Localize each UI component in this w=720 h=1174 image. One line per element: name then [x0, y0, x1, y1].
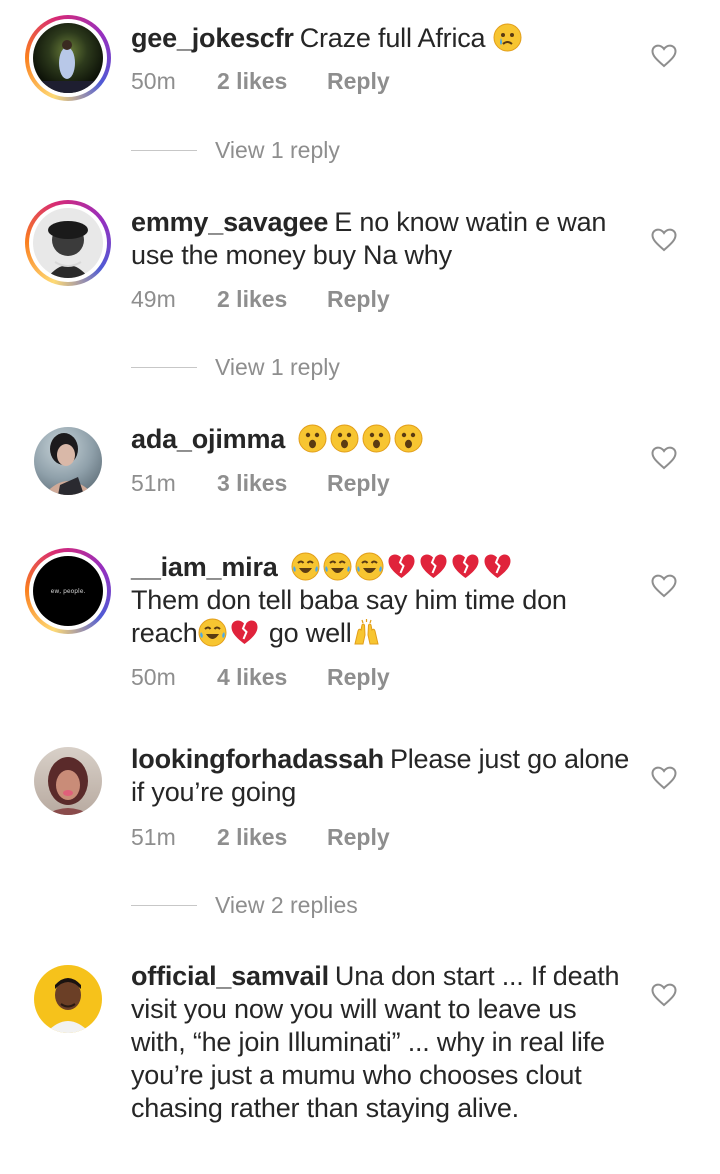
comment-body: Craze full Africa: [299, 23, 486, 53]
avatar: ew, people.: [33, 556, 103, 626]
comment-text: __iam_mira Them don tell baba say him ti…: [131, 551, 631, 650]
comment-text: lookingforhadassah Please just go alone i…: [131, 743, 631, 809]
avatar-story-ring[interactable]: ew, people.: [25, 548, 111, 634]
broken-heart-emoji-icon: [230, 618, 259, 647]
reply-button[interactable]: Reply: [327, 470, 390, 497]
username[interactable]: official_samvail: [131, 961, 329, 991]
view-replies-label: View 1 reply: [215, 137, 340, 163]
reply-button[interactable]: Reply: [327, 286, 390, 313]
broken-heart-emoji-icon: [451, 552, 480, 581]
timestamp: 50m: [131, 664, 176, 690]
heart-outline-icon[interactable]: [651, 44, 677, 68]
likes-count[interactable]: 4 likes: [217, 664, 327, 691]
astonished-face-emoji-icon: [298, 424, 327, 453]
comment-text: official_samvail Una don start ... If dea…: [131, 960, 621, 1125]
comment-meta: 50m 2 likes Reply: [131, 68, 390, 95]
view-replies-button[interactable]: View 2 replies: [131, 892, 358, 919]
tears-of-joy-emoji-icon: [198, 618, 227, 647]
view-replies-button[interactable]: View 1 reply: [131, 137, 340, 164]
username[interactable]: gee_jokescfr: [131, 23, 294, 53]
astonished-face-emoji-icon: [362, 424, 391, 453]
comment-meta: 51m 3 likes Reply: [131, 470, 390, 497]
divider-line: [131, 150, 197, 151]
likes-count[interactable]: 2 likes: [217, 286, 327, 313]
likes-count[interactable]: 2 likes: [217, 824, 327, 851]
raising-hands-emoji-icon: [352, 618, 381, 647]
broken-heart-emoji-icon: [387, 552, 416, 581]
view-replies-label: View 1 reply: [215, 354, 340, 380]
timestamp: 49m: [131, 286, 176, 312]
avatar: [34, 747, 102, 815]
heart-outline-icon[interactable]: [651, 983, 677, 1007]
comment-text: emmy_savagee E no know watin e wan use th…: [131, 206, 631, 272]
view-replies-label: View 2 replies: [215, 892, 358, 918]
crying-face-emoji-icon: [493, 23, 522, 52]
username[interactable]: __iam_mira: [131, 552, 278, 582]
avatar: [34, 965, 102, 1033]
avatar-caption: ew, people.: [50, 587, 86, 595]
avatar-frame[interactable]: [25, 738, 111, 824]
username[interactable]: lookingforhadassah: [131, 744, 384, 774]
astonished-face-emoji-icon: [330, 424, 359, 453]
avatar-frame[interactable]: [25, 956, 111, 1042]
heart-outline-icon[interactable]: [651, 574, 677, 598]
tears-of-joy-emoji-icon: [291, 552, 320, 581]
comment-meta: 49m 2 likes Reply: [131, 286, 390, 313]
tears-of-joy-emoji-icon: [323, 552, 352, 581]
heart-outline-icon[interactable]: [651, 766, 677, 790]
likes-count[interactable]: 3 likes: [217, 470, 327, 497]
tears-of-joy-emoji-icon: [355, 552, 384, 581]
avatar: [33, 208, 103, 278]
timestamp: 51m: [131, 470, 176, 496]
avatar: [33, 23, 103, 93]
username[interactable]: ada_ojimma: [131, 424, 285, 454]
reply-button[interactable]: Reply: [327, 824, 390, 851]
comment-meta: 51m 2 likes Reply: [131, 824, 390, 851]
avatar-story-ring[interactable]: [25, 15, 111, 101]
reply-button[interactable]: Reply: [327, 68, 390, 95]
avatar-frame[interactable]: [25, 418, 111, 504]
reply-button[interactable]: Reply: [327, 664, 390, 691]
divider-line: [131, 905, 197, 906]
comment-body-end: go well: [268, 618, 352, 648]
comment-text: gee_jokescfr Craze full Africa: [131, 22, 631, 55]
username[interactable]: emmy_savagee: [131, 207, 328, 237]
view-replies-button[interactable]: View 1 reply: [131, 354, 340, 381]
heart-outline-icon[interactable]: [651, 228, 677, 252]
heart-outline-icon[interactable]: [651, 446, 677, 470]
comment-text: ada_ojimma: [131, 423, 631, 456]
broken-heart-emoji-icon: [419, 552, 448, 581]
timestamp: 50m: [131, 68, 176, 94]
divider-line: [131, 367, 197, 368]
astonished-face-emoji-icon: [394, 424, 423, 453]
likes-count[interactable]: 2 likes: [217, 68, 327, 95]
comment-meta: 50m 4 likes Reply: [131, 664, 390, 691]
broken-heart-emoji-icon: [483, 552, 512, 581]
avatar: [34, 427, 102, 495]
avatar-story-ring[interactable]: [25, 200, 111, 286]
timestamp: 51m: [131, 824, 176, 850]
